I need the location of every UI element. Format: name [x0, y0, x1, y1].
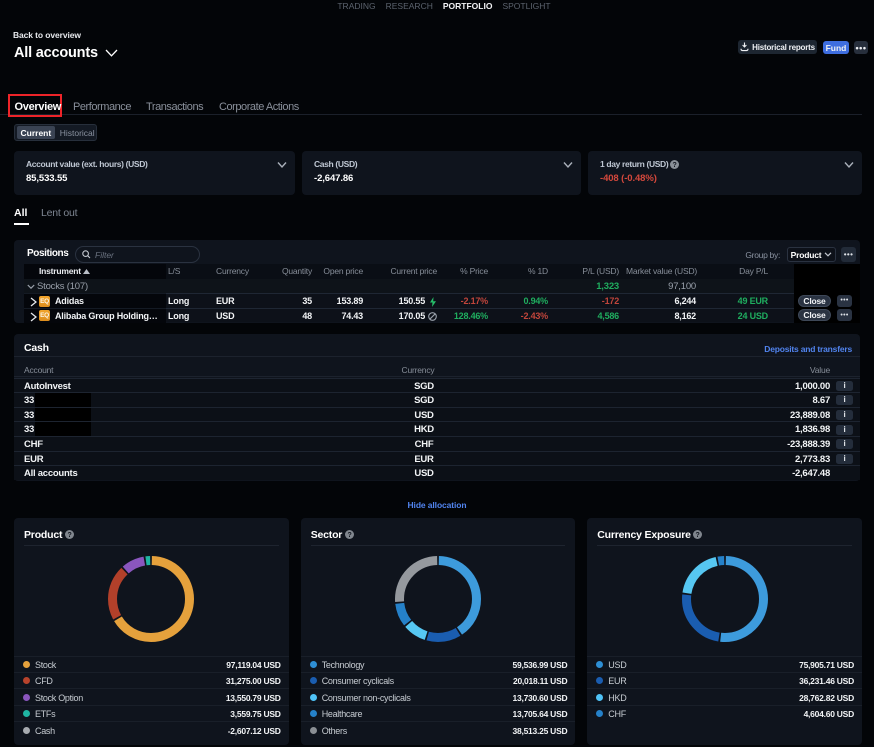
svg-text:?: ?: [347, 532, 351, 539]
svg-text:?: ?: [67, 532, 71, 539]
svg-text:?: ?: [696, 532, 700, 539]
svg-text:?: ?: [673, 161, 677, 168]
